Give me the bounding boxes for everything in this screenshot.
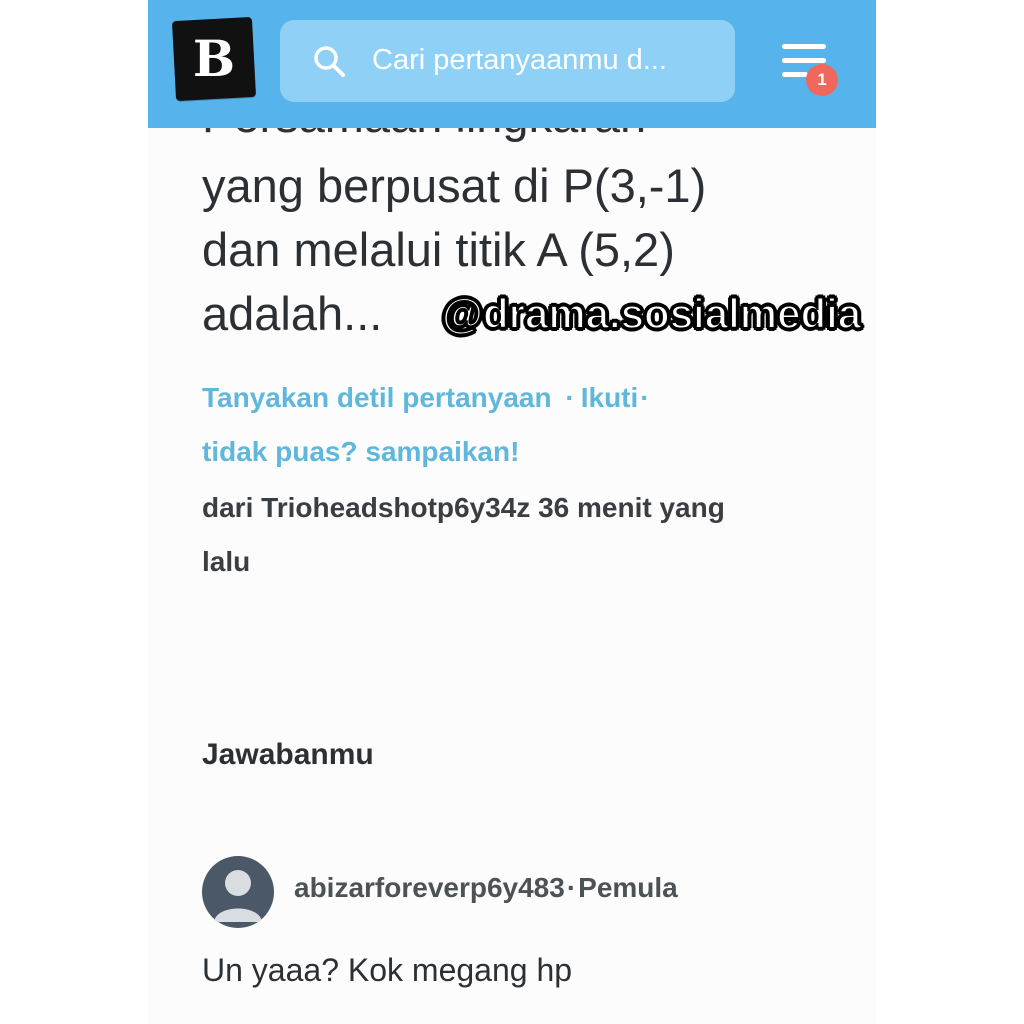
logo-letter: B — [192, 29, 236, 88]
search-placeholder: Cari pertanyaanmu d... — [372, 44, 667, 76]
report-link[interactable]: tidak puas? sampaikan! — [202, 436, 519, 467]
separator-dot: · — [566, 872, 577, 903]
separator-dot: · — [640, 382, 650, 413]
question-line: yang berpusat di P(3,-1) — [202, 159, 707, 212]
report-row: tidak puas? sampaikan! — [202, 436, 519, 468]
brainly-logo[interactable]: B — [171, 16, 257, 102]
question-actions: Tanyakan detil pertanyaan · Ikuti· — [202, 382, 656, 414]
question-clipped-line: Persamaan lingkaran — [202, 128, 842, 148]
question-line: dan melalui titik A (5,2) — [202, 223, 675, 276]
watermark: @drama.sosialmedia — [441, 289, 862, 338]
question-meta-time: lalu — [202, 546, 251, 577]
search-icon — [314, 46, 345, 77]
username-link[interactable]: abizarforeverp6y483 — [294, 872, 565, 903]
user-rank: Pemula — [578, 872, 678, 903]
search-input[interactable]: Cari pertanyaanmu d... — [280, 20, 735, 102]
menu-icon-line — [782, 58, 826, 63]
user-avatar-icon — [214, 870, 262, 922]
notification-badge: 1 — [806, 64, 838, 96]
menu-icon — [782, 44, 826, 49]
menu-icon-line — [782, 72, 808, 77]
answer-section-title: Jawabanmu — [202, 738, 374, 771]
answer-text: Un yaaa? Kok megang hp — [202, 952, 573, 988]
answer-author: abizarforeverp6y483·Pemula — [294, 872, 678, 904]
menu-button[interactable]: 1 — [776, 40, 838, 96]
question-line: Persamaan lingkaran — [202, 128, 646, 148]
follow-link[interactable]: Ikuti — [581, 382, 639, 413]
separator-dot: · — [565, 382, 575, 413]
avatar[interactable] — [202, 856, 274, 928]
question-meta: dari Trioheadshotp6y34z 36 menit yang — [202, 492, 725, 523]
top-bar: B Cari pertanyaanmu d... 1 — [148, 0, 876, 128]
screenshot-stage: B Cari pertanyaanmu d... 1 Persamaan lin… — [0, 0, 1024, 1024]
ask-detail-link[interactable]: Tanyakan detil pertanyaan — [202, 382, 552, 413]
